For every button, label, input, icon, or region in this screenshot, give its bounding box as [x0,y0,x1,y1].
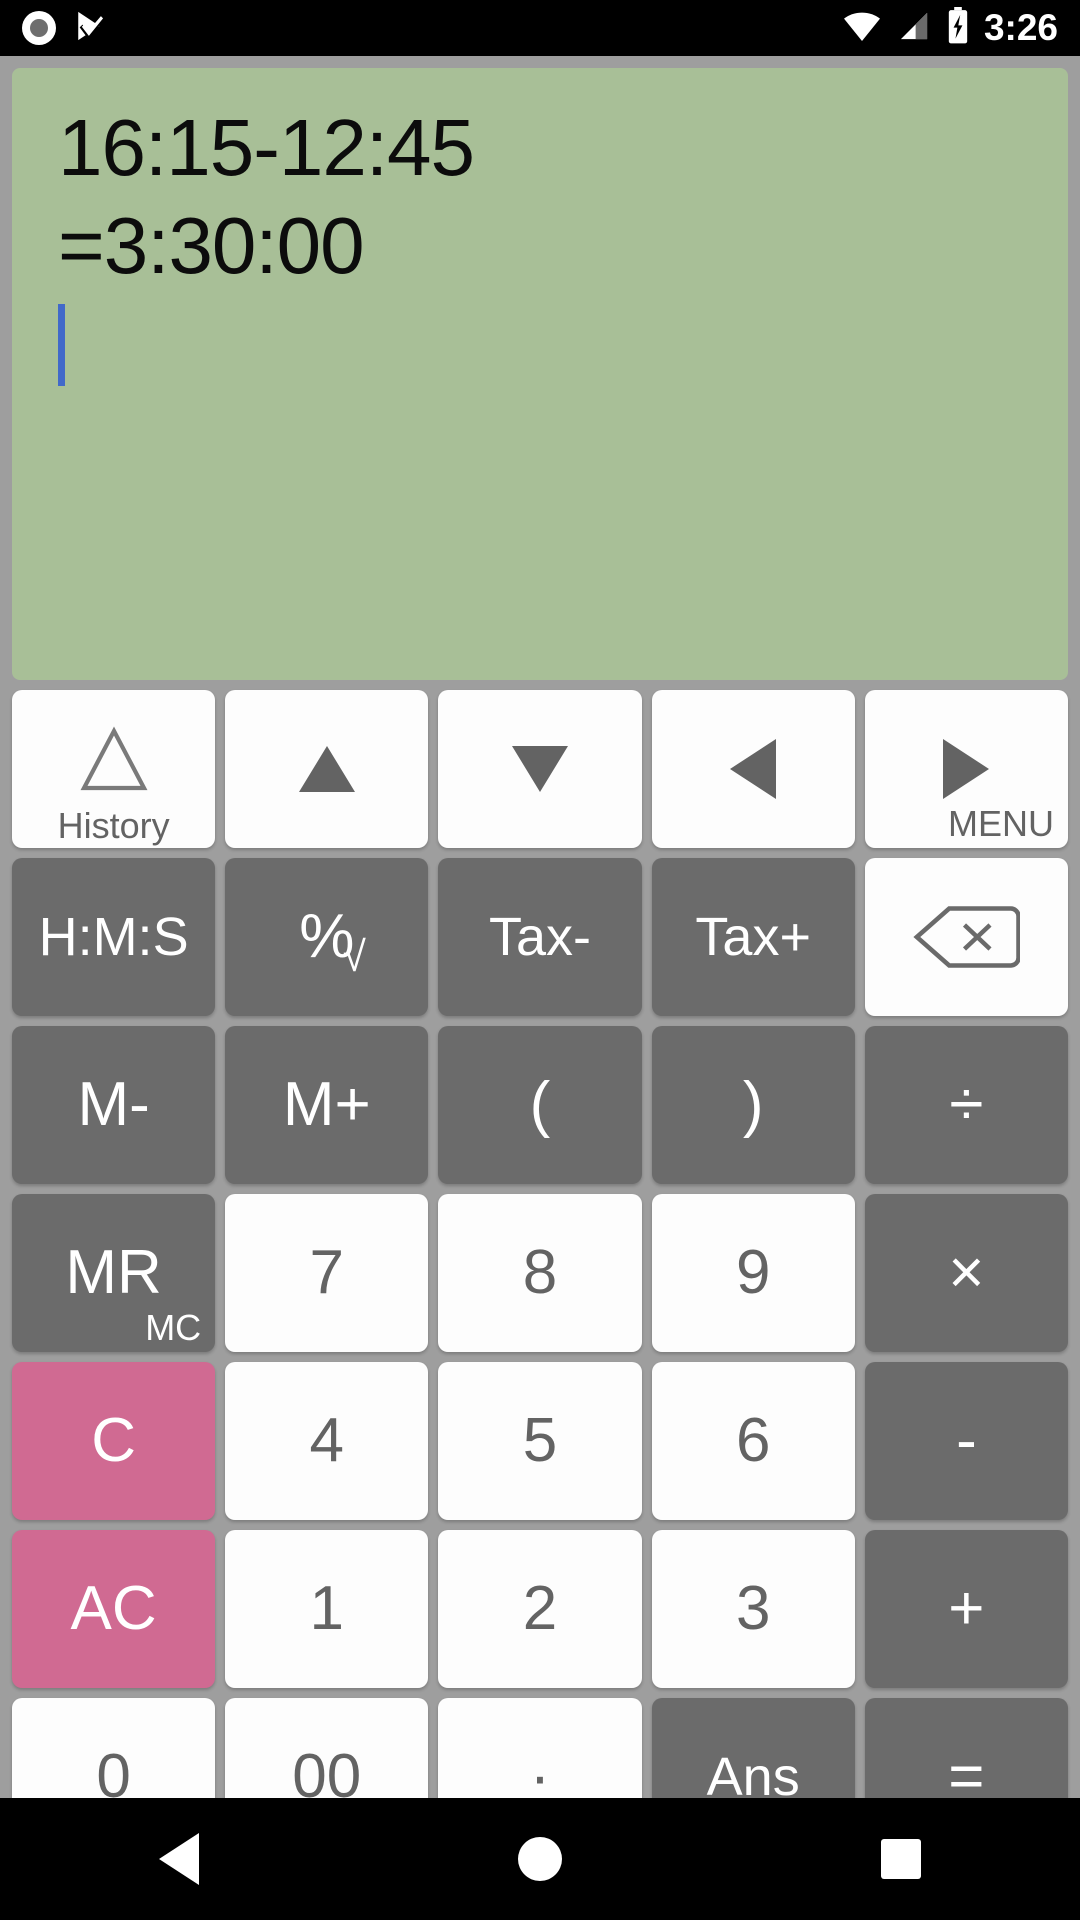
key-label: Ans [706,1747,800,1807]
key-hms[interactable]: H:M:S [12,858,216,1016]
key-multiply[interactable]: × [864,1194,1068,1352]
status-bar-left-icons [22,9,108,48]
key-clear[interactable]: C [12,1362,216,1520]
calculator-keypad: History MENU H:M:S % √ Tax- Tax+ M- M+ () ÷ MR MC 7 8 9… [12,690,1068,1856]
key-digit-3[interactable]: 3 [651,1530,855,1688]
key-sublabel: History [57,805,170,846]
calculator-display[interactable]: 16:15-12:45 =3:30:00 [12,68,1068,680]
key-label: × [948,1238,985,1307]
key-label: 5 [522,1406,558,1475]
key-paren-open[interactable]: ( [438,1026,642,1184]
key-label: Tax- [488,907,591,967]
key-menu[interactable]: MENU [864,690,1068,848]
key-history-up[interactable]: History [12,690,216,848]
backspace-icon [865,858,1068,1016]
calculator-app: 16:15-12:45 =3:30:00 History MENU H:M:S % √ T… [0,56,1080,1856]
key-digit-4[interactable]: 4 [225,1362,429,1520]
key-label: M+ [282,1070,371,1139]
key-cursor-down[interactable] [438,690,642,848]
nav-back-icon[interactable] [159,1833,200,1885]
key-label: 6 [735,1406,771,1475]
key-digit-1[interactable]: 1 [225,1530,429,1688]
key-digit-6[interactable]: 6 [651,1362,855,1520]
key-sublabel: MENU [947,803,1054,844]
key-label: 2 [522,1574,558,1643]
key-digit-7[interactable]: 7 [225,1194,429,1352]
key-minus[interactable]: - [864,1362,1068,1520]
key-label: 8 [522,1238,558,1307]
key-label: 7 [309,1238,345,1307]
key-cursor-left[interactable] [651,690,855,848]
key-tax-plus[interactable]: Tax+ [651,858,855,1016]
key-plus[interactable]: + [864,1530,1068,1688]
play-check-icon [74,9,108,48]
key-label: 4 [309,1406,345,1475]
key-label: M- [77,1070,150,1139]
key-memory-recall[interactable]: MR MC [12,1194,216,1352]
status-bar-clock: 3:26 [983,7,1058,48]
nav-home-icon[interactable] [517,1837,562,1881]
key-all-clear[interactable]: AC [12,1530,216,1688]
display-line-result: =3:30:00 [58,201,365,290]
key-label: + [948,1574,985,1643]
key-label: H:M:S [38,907,189,967]
battery-charging-icon [946,6,970,50]
system-navigation-bar [0,1798,1080,1920]
key-digit-9[interactable]: 9 [651,1194,855,1352]
key-sublabel: MC [145,1307,202,1348]
nav-recents-icon[interactable] [880,1839,921,1879]
key-sublabel: √ [342,933,366,980]
triangle-left-icon [652,690,855,848]
key-paren-close[interactable]: ) [651,1026,855,1184]
key-backspace[interactable] [864,858,1068,1016]
key-memory-plus[interactable]: M+ [225,1026,429,1184]
key-label: - [956,1406,977,1475]
key-label: ( [529,1070,551,1139]
key-digit-5[interactable]: 5 [438,1362,642,1520]
signal-icon [896,9,932,48]
text-caret [58,304,65,386]
key-label: MR [65,1238,162,1307]
key-label: 9 [735,1238,771,1307]
key-cursor-up[interactable] [225,690,429,848]
key-digit-2[interactable]: 2 [438,1530,642,1688]
status-bar-right-icons: 3:26 [842,6,1058,50]
display-line-expression: 16:15-12:45 [58,103,475,192]
key-label: 3 [735,1574,771,1643]
key-label: AC [70,1574,157,1643]
wifi-icon [842,9,882,48]
triangle-up-icon [225,690,428,848]
key-label: Tax+ [695,907,811,967]
key-divide[interactable]: ÷ [864,1026,1068,1184]
key-memory-minus[interactable]: M- [12,1026,216,1184]
key-digit-8[interactable]: 8 [438,1194,642,1352]
status-bar: 3:26 [0,0,1080,56]
key-label: ÷ [949,1070,984,1139]
key-label: 1 [309,1574,345,1643]
key-label: C [91,1406,136,1475]
triangle-down-icon [438,690,641,848]
screen-record-icon [22,11,56,45]
key-label: ) [742,1070,764,1139]
key-percent-sqrt[interactable]: % √ [225,858,429,1016]
key-tax-minus[interactable]: Tax- [438,858,642,1016]
